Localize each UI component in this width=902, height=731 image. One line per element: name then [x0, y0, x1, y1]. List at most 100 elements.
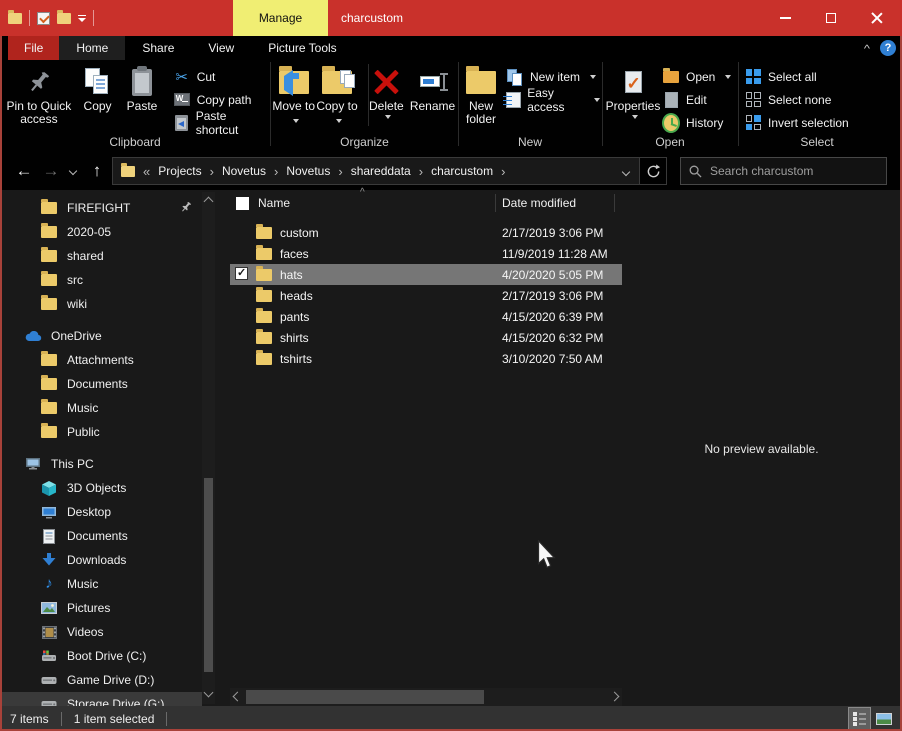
sidebar-item-videos[interactable]: Videos	[0, 620, 202, 644]
column-divider[interactable]	[614, 194, 615, 212]
breadcrumb-segment[interactable]: Novetus	[286, 164, 330, 178]
sidebar-item-music-onedrive[interactable]: Music	[0, 396, 202, 420]
folder-shortcut-icon[interactable]	[57, 13, 71, 24]
sidebar-item-pictures[interactable]: Pictures	[0, 596, 202, 620]
breadcrumb-segment[interactable]: Novetus	[222, 164, 266, 178]
maximize-button[interactable]	[808, 0, 854, 36]
tab-file[interactable]: File	[8, 36, 59, 60]
sidebar-item-this-pc[interactable]: This PC	[0, 452, 202, 476]
sidebar-item-boot-drive-c[interactable]: Boot Drive (C:)	[0, 644, 202, 668]
breadcrumb[interactable]: « Projects › Novetus › Novetus › sharedd…	[112, 157, 640, 185]
copy-button[interactable]: Copy	[76, 62, 120, 113]
row-checkbox[interactable]	[235, 351, 248, 364]
file-row-tshirts[interactable]: tshirts 3/10/2020 7:50 AM	[230, 348, 622, 369]
refresh-button[interactable]	[639, 157, 667, 185]
file-row-faces[interactable]: faces 11/9/2019 11:28 AM	[230, 243, 622, 264]
sidebar-item-documents-onedrive[interactable]: Documents	[0, 372, 202, 396]
sidebar-item-game-drive-d[interactable]: Game Drive (D:)	[0, 668, 202, 692]
recent-locations-chevron-icon[interactable]	[64, 152, 82, 190]
pin-to-quick-access-button[interactable]: Pin to Quick access	[2, 62, 76, 126]
collapse-ribbon-icon[interactable]: ^	[864, 42, 870, 54]
open-button[interactable]: Open	[662, 65, 731, 88]
row-checkbox-checked[interactable]: ✓	[235, 267, 248, 280]
sidebar-item-public[interactable]: Public	[0, 420, 202, 444]
scroll-left-icon[interactable]	[233, 692, 243, 702]
scroll-down-icon[interactable]	[204, 688, 214, 698]
sidebar-item-firefight[interactable]: FIREFIGHT	[0, 196, 202, 220]
paste-shortcut-button[interactable]: Paste shortcut	[173, 111, 268, 134]
manage-contextual-tab[interactable]: Manage	[233, 0, 328, 36]
breadcrumb-segment[interactable]: charcustom	[431, 164, 493, 178]
sidebar-item-music-pc[interactable]: ♪ Music	[0, 572, 202, 596]
thumbnails-view-button[interactable]	[873, 708, 894, 729]
crumb-separator-icon[interactable]: ›	[210, 164, 214, 179]
search-box[interactable]	[680, 157, 887, 185]
checkbox-toggle-icon[interactable]	[37, 12, 50, 25]
sidebar-item-src[interactable]: src	[0, 268, 202, 292]
column-header-date-modified[interactable]: Date modified	[502, 196, 576, 210]
sidebar-item-wiki[interactable]: wiki	[0, 292, 202, 316]
scroll-up-icon[interactable]	[204, 197, 214, 207]
paste-button[interactable]: Paste	[119, 62, 164, 113]
sidebar-item-downloads[interactable]: Downloads	[0, 548, 202, 572]
column-divider[interactable]	[495, 194, 496, 212]
scrollbar-thumb[interactable]	[246, 690, 484, 704]
select-none-button[interactable]: Select none	[744, 88, 849, 111]
minimize-button[interactable]	[762, 0, 808, 36]
file-row-hats[interactable]: ✓ hats 4/20/2020 5:05 PM	[230, 264, 622, 285]
horizontal-scrollbar[interactable]	[230, 688, 622, 706]
sidebar-item-desktop[interactable]: Desktop	[0, 500, 202, 524]
sidebar-item-storage-drive-g[interactable]: Storage Drive (G:)	[0, 692, 202, 706]
up-button[interactable]: ↑	[84, 152, 110, 190]
copy-to-button[interactable]: Copy to	[315, 62, 358, 126]
move-to-button[interactable]: Move to	[272, 62, 315, 126]
row-checkbox[interactable]	[235, 225, 248, 238]
cut-button[interactable]: ✂ Cut	[173, 65, 268, 88]
details-view-button[interactable]	[849, 708, 870, 729]
sidebar-item-documents-pc[interactable]: Documents	[0, 524, 202, 548]
sidebar-item-onedrive[interactable]: OneDrive	[0, 324, 202, 348]
tab-view[interactable]: View	[191, 36, 251, 60]
column-header-name[interactable]: Name	[258, 196, 290, 210]
properties-button[interactable]: ✓ Properties	[604, 62, 662, 119]
breadcrumb-segment[interactable]: Projects	[158, 164, 201, 178]
row-checkbox[interactable]	[235, 246, 248, 259]
sidebar-item-attachments[interactable]: Attachments	[0, 348, 202, 372]
file-row-shirts[interactable]: shirts 4/15/2020 6:32 PM	[230, 327, 622, 348]
file-row-pants[interactable]: pants 4/15/2020 6:39 PM	[230, 306, 622, 327]
scrollbar-thumb[interactable]	[204, 478, 213, 672]
search-input[interactable]	[710, 164, 870, 178]
scroll-right-icon[interactable]	[610, 692, 620, 702]
tab-picture-tools[interactable]: Picture Tools	[251, 36, 353, 60]
row-checkbox[interactable]	[235, 288, 248, 301]
breadcrumb-segment[interactable]: shareddata	[351, 164, 411, 178]
sidebar-item-2020-05[interactable]: 2020-05	[0, 220, 202, 244]
invert-selection-button[interactable]: Invert selection	[744, 111, 849, 134]
back-button[interactable]: ←	[10, 152, 38, 190]
sidebar-scrollbar[interactable]	[202, 192, 215, 704]
easy-access-button[interactable]: Easy access	[506, 88, 600, 111]
history-button[interactable]: History	[662, 111, 731, 134]
new-folder-button[interactable]: New folder	[460, 62, 502, 126]
row-checkbox[interactable]	[235, 309, 248, 322]
tab-share[interactable]: Share	[125, 36, 191, 60]
edit-button[interactable]: Edit	[662, 88, 731, 111]
crumb-separator-icon[interactable]: ›	[419, 164, 423, 179]
rename-button[interactable]: Rename	[408, 62, 457, 113]
delete-button[interactable]: Delete	[365, 62, 408, 119]
folder-shortcut-icon[interactable]	[8, 13, 22, 24]
sidebar-item-3d-objects[interactable]: 3D Objects	[0, 476, 202, 500]
close-button[interactable]	[854, 0, 900, 36]
forward-button[interactable]: →	[38, 152, 64, 190]
sidebar-item-shared[interactable]: shared	[0, 244, 202, 268]
help-icon[interactable]: ?	[880, 40, 896, 56]
row-checkbox[interactable]	[235, 330, 248, 343]
select-all-checkbox[interactable]	[236, 197, 249, 210]
crumb-separator-icon[interactable]: ›	[338, 164, 342, 179]
file-row-custom[interactable]: custom 2/17/2019 3:06 PM	[230, 222, 622, 243]
file-row-heads[interactable]: heads 2/17/2019 3:06 PM	[230, 285, 622, 306]
select-all-button[interactable]: Select all	[744, 65, 849, 88]
crumb-separator-icon[interactable]: ›	[274, 164, 278, 179]
customize-toolbar-chevron-icon[interactable]	[78, 18, 86, 22]
address-dropdown-chevron-icon[interactable]	[623, 164, 629, 178]
